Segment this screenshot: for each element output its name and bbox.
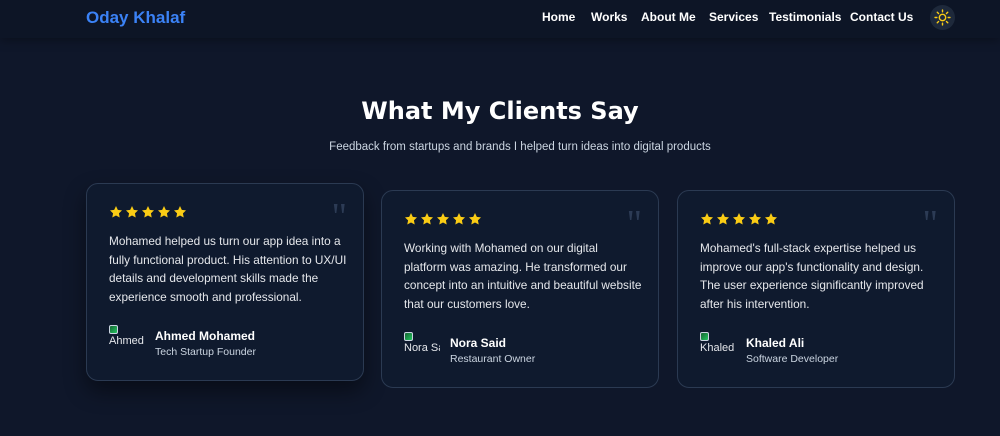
nav-link-contact-us[interactable]: Contact Us	[850, 10, 913, 24]
author-name: Nora Said	[450, 336, 507, 350]
testimonial-card: " Working with Mohamed on our digital pl…	[381, 190, 659, 388]
star-icon	[173, 206, 187, 218]
broken-image-icon	[109, 325, 118, 334]
author-role: Restaurant Owner	[450, 353, 536, 365]
star-icon	[452, 213, 466, 225]
section-title: What My Clients Say	[361, 97, 639, 125]
broken-image-icon	[404, 332, 413, 341]
avatar: Ahmed Mohamed	[109, 325, 145, 361]
author-role: Tech Startup Founder	[155, 346, 256, 358]
nav-link-testimonials[interactable]: Testimonials	[769, 10, 841, 24]
star-icon	[700, 213, 714, 225]
broken-image-icon	[700, 332, 709, 341]
testimonial-card: " Mohamed helped us turn our app idea in…	[86, 183, 364, 381]
avatar-alt-text: Khaled Ali	[700, 342, 736, 354]
sun-icon	[934, 9, 951, 26]
avatar-alt-text: Nora Said	[404, 342, 440, 354]
quote-icon: "	[626, 203, 642, 245]
nav-link-works[interactable]: Works	[591, 10, 627, 24]
author-name: Ahmed Mohamed	[155, 329, 256, 343]
star-icon	[420, 213, 434, 225]
author-name: Khaled Ali	[746, 336, 805, 350]
star-icon	[716, 213, 730, 225]
quote-icon: "	[922, 203, 938, 245]
star-icon	[748, 213, 762, 225]
star-rating	[109, 205, 187, 219]
testimonial-text: Mohamed helped us turn our app idea into…	[109, 234, 347, 304]
star-icon	[109, 206, 123, 218]
nav-link-home[interactable]: Home	[542, 10, 575, 24]
star-icon	[141, 206, 155, 218]
quote-icon: "	[331, 196, 347, 238]
star-icon	[404, 213, 418, 225]
star-icon	[732, 213, 746, 225]
avatar: Nora Said	[404, 332, 440, 368]
nav-link-services[interactable]: Services	[709, 10, 758, 24]
star-icon	[157, 206, 171, 218]
author-role: Software Developer	[746, 353, 839, 365]
brand-logo[interactable]: Oday Khalaf	[86, 8, 185, 28]
section-subtitle: Feedback from startups and brands I help…	[329, 141, 711, 153]
navbar: Oday Khalaf Home Works About Me Services…	[0, 0, 1000, 38]
theme-toggle-button[interactable]	[930, 5, 955, 30]
testimonial-card: " Mohamed's full-stack expertise helped …	[677, 190, 955, 388]
testimonial-text: Mohamed's full-stack expertise helped us…	[700, 241, 924, 311]
star-icon	[125, 206, 139, 218]
star-icon	[468, 213, 482, 225]
star-rating	[404, 212, 482, 226]
testimonial-text: Working with Mohamed on our digital plat…	[404, 241, 642, 311]
star-icon	[436, 213, 450, 225]
star-rating	[700, 212, 778, 226]
star-icon	[764, 213, 778, 225]
avatar: Khaled Ali	[700, 332, 736, 368]
nav-link-about-me[interactable]: About Me	[641, 10, 696, 24]
avatar-alt-text: Ahmed Mohamed	[109, 335, 145, 347]
